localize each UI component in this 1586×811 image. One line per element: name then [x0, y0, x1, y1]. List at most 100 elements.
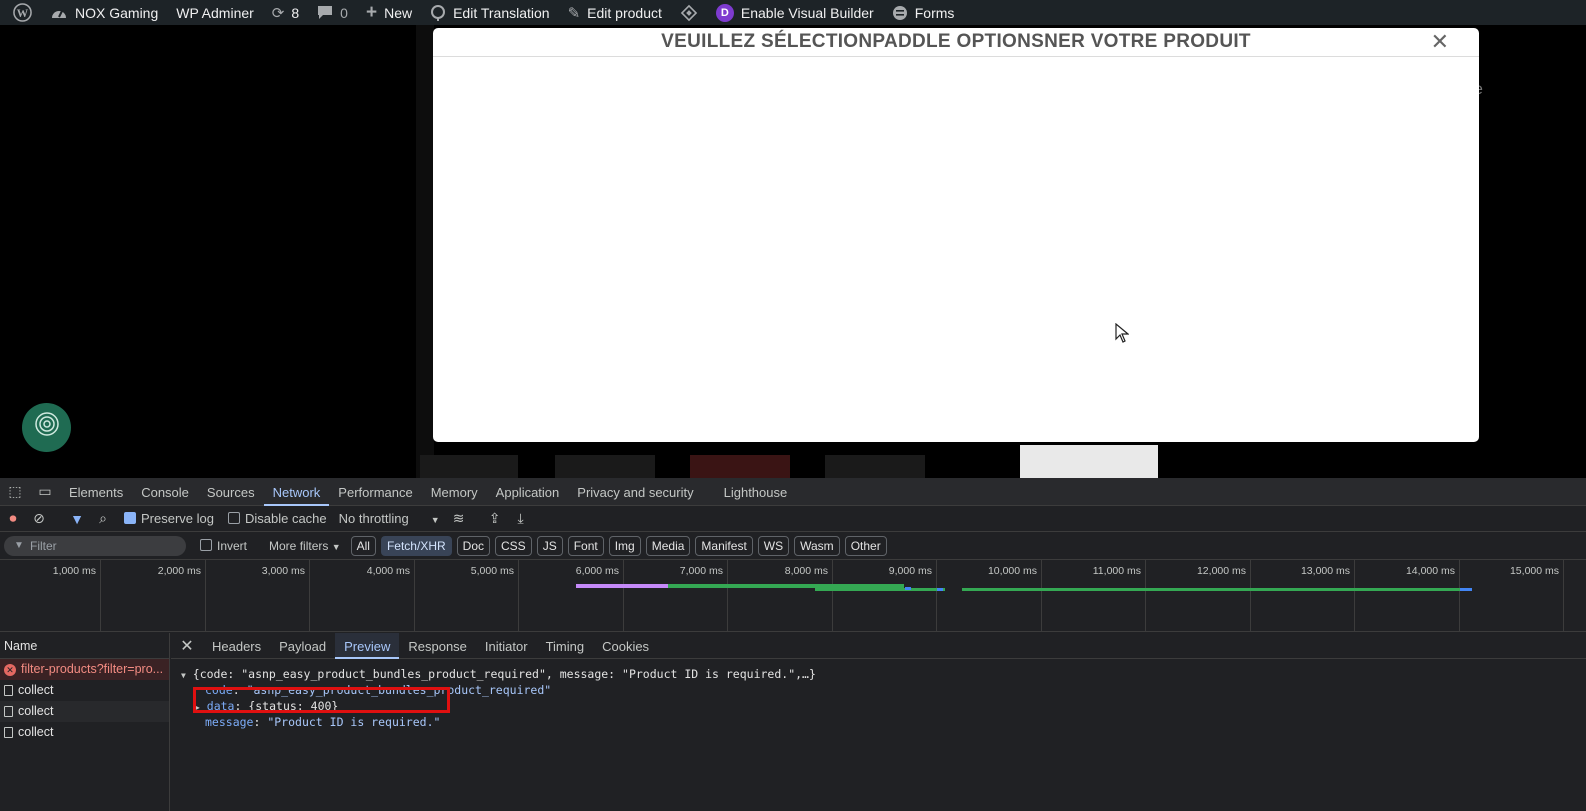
plus-icon: + [365, 1, 378, 23]
request-name: collect [18, 704, 54, 718]
modal-divider [433, 56, 1479, 57]
diamond-icon [680, 4, 698, 22]
filter-chip-fetch-xhr[interactable]: Fetch/XHR [380, 535, 452, 556]
preserve-log-checkbox[interactable]: Preserve log [124, 511, 214, 526]
network-timeline-overview[interactable]: 1,000 ms 2,000 ms 3,000 ms 4,000 ms 5,00… [0, 560, 1586, 632]
filter-chip-js[interactable]: JS [536, 535, 563, 556]
edit-translation-link[interactable]: Edit Translation [421, 0, 559, 25]
filter-funnel-icon[interactable]: ▼ [64, 511, 90, 527]
product-thumbnail[interactable] [825, 455, 925, 478]
devtools-tab-bar: ⬚ ▭ Elements Console Sources Network Per… [0, 478, 1586, 506]
product-thumbnail[interactable] [420, 455, 518, 478]
timeline-tick: 6,000 ms [519, 560, 624, 632]
preserve-log-label: Preserve log [141, 511, 214, 526]
json-message-entry: message: "Product ID is required." [205, 715, 441, 729]
tab-initiator[interactable]: Initiator [476, 633, 537, 659]
search-icon[interactable]: ⌕ [90, 510, 116, 527]
product-thumbnail[interactable] [555, 455, 655, 478]
request-timing-bar [937, 588, 943, 591]
product-thumbnail[interactable] [690, 455, 790, 478]
request-detail-pane: ✕ Headers Payload Preview Response Initi… [171, 632, 1586, 811]
request-row[interactable]: collect [0, 680, 169, 701]
wordpress-logo-button[interactable]: W [4, 0, 41, 25]
request-timing-bar [905, 587, 911, 590]
request-timing-bar [576, 584, 668, 588]
invert-checkbox[interactable]: Invert [200, 538, 247, 553]
product-thumbnail[interactable] [1020, 445, 1158, 478]
forms-link[interactable]: Forms [883, 0, 964, 25]
throttling-value: No throttling [338, 511, 409, 526]
visual-builder-link[interactable]: D Enable Visual Builder [707, 0, 883, 25]
expand-triangle-icon: ▼ [181, 671, 186, 680]
chat-widget-button[interactable] [22, 403, 71, 452]
request-row[interactable]: collect [0, 722, 169, 743]
filter-input[interactable]: ▼ Filter [4, 535, 186, 556]
checkbox-checked-icon [124, 512, 136, 524]
red-highlight-box [193, 687, 450, 713]
network-conditions-icon[interactable]: ≋ [446, 510, 472, 527]
device-toolbar-icon[interactable]: ▭ [30, 483, 60, 500]
filter-chip-other[interactable]: Other [844, 535, 887, 556]
diamond-plugin-link[interactable] [671, 0, 707, 25]
timeline-tick: 7,000 ms [624, 560, 728, 632]
refresh-icon: ⟳ [271, 4, 285, 22]
tab-timing[interactable]: Timing [537, 633, 594, 659]
new-content-link[interactable]: + New [357, 0, 421, 25]
tab-response[interactable]: Response [399, 633, 476, 659]
tab-preview[interactable]: Preview [335, 632, 400, 659]
filter-chip-font[interactable]: Font [567, 535, 604, 556]
inspect-element-icon[interactable]: ⬚ [0, 483, 30, 500]
request-list: Name ✕ filter-products?filter=pro... col… [0, 633, 170, 811]
filter-chip-wasm[interactable]: Wasm [794, 535, 840, 556]
timeline-tick: 4,000 ms [310, 560, 415, 632]
request-row-error[interactable]: ✕ filter-products?filter=pro... [0, 659, 169, 680]
timeline-tick: 3,000 ms [206, 560, 310, 632]
tab-network[interactable]: Network [263, 478, 330, 506]
filter-chip-img[interactable]: Img [608, 535, 641, 556]
edit-product-link[interactable]: ✎ Edit product [559, 0, 671, 25]
filter-chip-doc[interactable]: Doc [456, 535, 490, 556]
throttling-select[interactable]: No throttling ▼ [339, 511, 440, 526]
mouse-cursor-icon [1115, 322, 1130, 348]
site-name-link[interactable]: NOX Gaming [41, 0, 167, 25]
json-root-node[interactable]: ▼ {code: "asnp_easy_product_bundles_prod… [171, 666, 1586, 682]
filter-chip-css[interactable]: CSS [495, 535, 532, 556]
disable-cache-checkbox[interactable]: Disable cache [227, 511, 327, 526]
name-column-header[interactable]: Name [0, 633, 169, 659]
filter-placeholder: Filter [30, 538, 57, 553]
filter-chip-all[interactable]: All [350, 535, 376, 556]
tab-privacy-security[interactable]: Privacy and security [568, 478, 702, 506]
json-value: "Product ID is required." [267, 715, 441, 729]
more-filters-dropdown[interactable]: More filters ▼ [269, 539, 341, 553]
tab-payload[interactable]: Payload [270, 633, 335, 659]
site-name-label: NOX Gaming [75, 4, 159, 21]
tab-elements[interactable]: Elements [60, 478, 132, 506]
request-row[interactable]: collect [0, 701, 169, 722]
tab-memory[interactable]: Memory [422, 478, 487, 506]
page-viewport: e VEUILLEZ SÉLECTIONPADDLE OPTIONSNER VO… [0, 25, 1586, 478]
comment-bubble-icon [317, 5, 333, 20]
filter-chip-ws[interactable]: WS [757, 535, 790, 556]
tab-cookies[interactable]: Cookies [593, 633, 658, 659]
product-options-modal: VEUILLEZ SÉLECTIONPADDLE OPTIONSNER VOTR… [433, 28, 1479, 442]
wp-adminer-link[interactable]: WP Adminer [167, 0, 263, 25]
forms-icon [892, 5, 908, 21]
tab-console[interactable]: Console [132, 478, 198, 506]
close-icon[interactable]: ✕ [171, 636, 203, 656]
export-har-icon[interactable]: ⤓ [508, 510, 534, 527]
tab-performance[interactable]: Performance [329, 478, 421, 506]
updates-link[interactable]: ⟳ 8 [263, 0, 308, 25]
record-stop-icon[interactable]: ⏺ [0, 510, 26, 527]
translation-icon [430, 4, 446, 21]
tab-sources[interactable]: Sources [198, 478, 264, 506]
tab-headers[interactable]: Headers [203, 633, 270, 659]
filter-chip-manifest[interactable]: Manifest [695, 535, 753, 556]
tab-lighthouse[interactable]: Lighthouse [715, 478, 797, 506]
filter-chip-media[interactable]: Media [645, 535, 691, 556]
document-icon [4, 685, 13, 696]
comments-link[interactable]: 0 [308, 0, 357, 25]
tab-application[interactable]: Application [487, 478, 569, 506]
import-har-icon[interactable]: ⇪ [482, 510, 508, 527]
clear-icon[interactable]: ⊘ [26, 510, 52, 527]
modal-close-button[interactable]: ✕ [1431, 29, 1449, 55]
